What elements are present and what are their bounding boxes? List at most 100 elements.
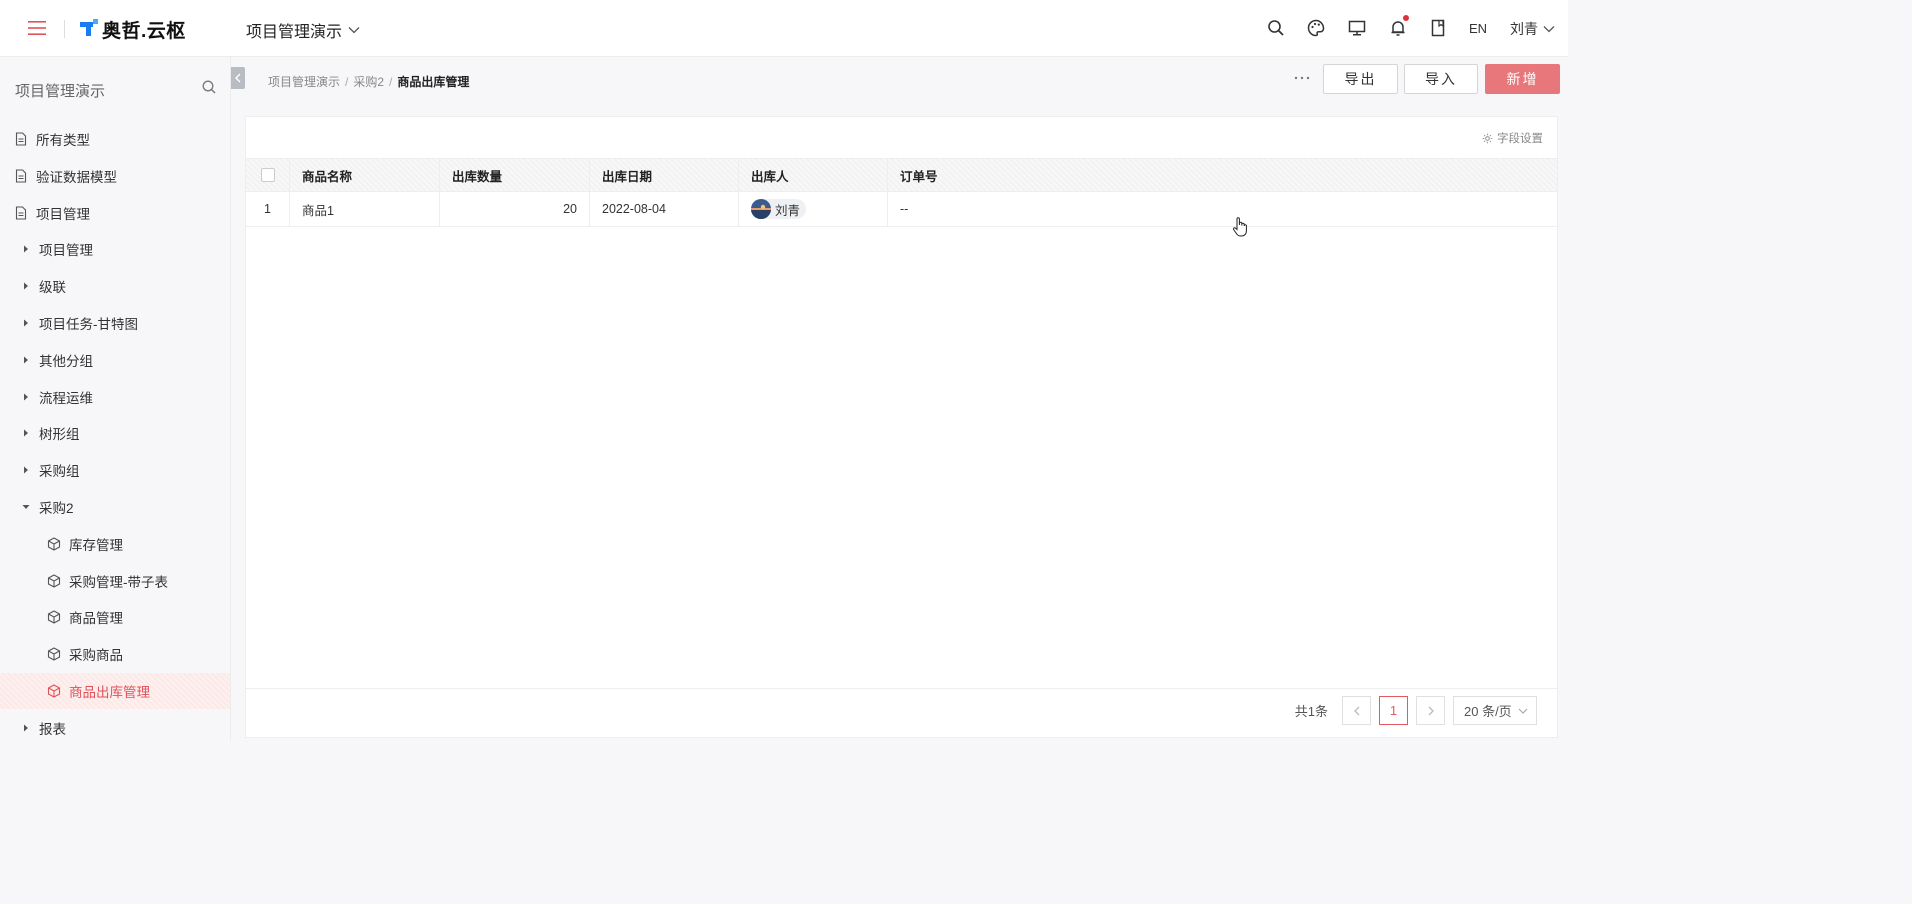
sidebar-item[interactable]: 流程运维 bbox=[0, 379, 230, 415]
sidebar-item[interactable]: 商品出库管理 bbox=[0, 673, 230, 709]
user-menu[interactable]: 刘青 bbox=[1510, 19, 1555, 39]
sidebar-item-label: 树形组 bbox=[39, 427, 80, 443]
column-header[interactable]: 出库数量 bbox=[440, 159, 590, 191]
logo[interactable]: 奥哲.云枢 bbox=[80, 16, 186, 42]
language-switch[interactable]: EN bbox=[1469, 21, 1487, 36]
sidebar-item[interactable]: 库存管理 bbox=[0, 526, 230, 562]
bookmark-icon[interactable] bbox=[1428, 18, 1448, 38]
cell-quantity: 20 bbox=[440, 192, 590, 226]
breadcrumb-item[interactable]: 采购2 bbox=[353, 73, 384, 90]
sidebar-collapse-button[interactable] bbox=[231, 67, 245, 89]
monitor-icon[interactable] bbox=[1347, 18, 1367, 38]
new-button[interactable]: 新增 bbox=[1485, 64, 1560, 94]
import-button[interactable]: 导入 bbox=[1404, 64, 1478, 94]
search-icon[interactable] bbox=[201, 79, 217, 95]
gear-icon bbox=[1482, 133, 1493, 144]
table-header: 商品名称 出库数量 出库日期 出库人 订单号 bbox=[246, 158, 1557, 192]
top-header: 奥哲.云枢 项目管理演示 EN 刘青 bbox=[0, 0, 1568, 57]
sidebar-item-label: 所有类型 bbox=[36, 133, 90, 148]
prev-page-button[interactable] bbox=[1342, 696, 1371, 725]
sidebar-item-label: 项目任务-甘特图 bbox=[39, 317, 138, 332]
sidebar-item[interactable]: 项目管理 bbox=[0, 195, 230, 231]
sidebar: 项目管理演示 所有类型 验证数据模型 项目管理 项目管理 级联 项目任务-甘特图 其他分组流… bbox=[0, 57, 231, 741]
sidebar-item[interactable]: 其他分组 bbox=[0, 342, 230, 378]
document-icon bbox=[14, 169, 28, 183]
sidebar-item-label: 项目管理 bbox=[36, 206, 90, 222]
notification-dot bbox=[1403, 15, 1409, 21]
breadcrumb-separator: / bbox=[389, 74, 393, 89]
sidebar-item[interactable]: 项目管理 bbox=[0, 231, 230, 267]
sidebar-item[interactable]: 采购2 bbox=[0, 489, 230, 525]
content-panel: 字段设置 商品名称 出库数量 出库日期 出库人 订单号 1 商品1 20 202… bbox=[245, 116, 1558, 738]
sidebar-item-label: 项目管理 bbox=[39, 243, 93, 259]
document-icon bbox=[14, 132, 28, 146]
cell-person: 刘青 bbox=[739, 192, 888, 226]
sidebar-item-label: 采购2 bbox=[39, 501, 74, 516]
document-icon bbox=[14, 206, 28, 220]
caret-right-icon bbox=[21, 355, 31, 365]
cube-icon bbox=[47, 573, 61, 588]
pager-divider bbox=[246, 688, 1557, 689]
app-switcher[interactable]: 项目管理演示 bbox=[246, 18, 360, 42]
caret-right-icon bbox=[21, 244, 31, 254]
cube-icon bbox=[47, 684, 61, 698]
sidebar-item-label: 采购商品 bbox=[69, 648, 123, 664]
sidebar-item[interactable]: 验证数据模型 bbox=[0, 158, 230, 194]
column-header[interactable]: 订单号 bbox=[888, 159, 1557, 191]
caret-right-icon bbox=[21, 318, 31, 328]
sidebar-item-label: 流程运维 bbox=[39, 390, 93, 406]
data-table: 商品名称 出库数量 出库日期 出库人 订单号 1 商品1 20 2022-08-… bbox=[246, 158, 1557, 227]
sidebar-item[interactable]: 项目任务-甘特图 bbox=[0, 305, 230, 341]
user-name: 刘青 bbox=[1510, 21, 1538, 37]
menu-icon[interactable] bbox=[27, 19, 47, 37]
pagination: 共1条 1 20 条/页 bbox=[1295, 696, 1537, 725]
cube-icon bbox=[47, 610, 61, 625]
sidebar-item[interactable]: 树形组 bbox=[0, 415, 230, 451]
cell-product-name[interactable]: 商品1 bbox=[290, 192, 440, 226]
page-size-select[interactable]: 20 条/页 bbox=[1453, 696, 1537, 725]
caret-right-icon bbox=[21, 281, 31, 291]
total-count: 共1条 bbox=[1294, 704, 1328, 719]
breadcrumb: 项目管理演示 / 采购2 / 商品出库管理 bbox=[268, 73, 469, 90]
row-index: 1 bbox=[246, 192, 290, 226]
sidebar-item[interactable]: 级联 bbox=[0, 268, 230, 304]
sidebar-item-label: 采购管理-带子表 bbox=[69, 574, 168, 590]
sidebar-item[interactable]: 采购组 bbox=[0, 452, 230, 488]
sidebar-item-label: 采购组 bbox=[39, 464, 80, 480]
table-row[interactable]: 1 商品1 20 2022-08-04 刘青 -- bbox=[246, 192, 1557, 227]
sidebar-item[interactable]: 所有类型 bbox=[0, 121, 230, 157]
chevron-down-icon bbox=[1543, 25, 1555, 33]
bell-icon[interactable] bbox=[1388, 18, 1408, 38]
palette-icon[interactable] bbox=[1306, 18, 1326, 38]
field-settings-label: 字段设置 bbox=[1497, 133, 1543, 145]
select-all-checkbox[interactable] bbox=[260, 168, 275, 182]
next-page-button[interactable] bbox=[1416, 696, 1445, 725]
app-name: 项目管理演示 bbox=[246, 24, 343, 41]
sidebar-item-label: 库存管理 bbox=[69, 537, 123, 553]
select-all-cell bbox=[246, 159, 290, 191]
user-chip-name: 刘青 bbox=[775, 203, 801, 218]
sidebar-item[interactable]: 采购管理-带子表 bbox=[0, 563, 230, 599]
caret-right-icon bbox=[21, 428, 31, 438]
caret-right-icon bbox=[21, 465, 31, 475]
sidebar-item[interactable]: 商品管理 bbox=[0, 599, 230, 635]
more-icon[interactable] bbox=[1293, 69, 1311, 87]
breadcrumb-current: 商品出库管理 bbox=[397, 75, 470, 89]
caret-down-icon bbox=[21, 502, 31, 512]
column-header[interactable]: 商品名称 bbox=[290, 159, 440, 191]
column-header[interactable]: 出库日期 bbox=[590, 159, 739, 191]
breadcrumb-item[interactable]: 项目管理演示 bbox=[268, 73, 340, 90]
export-button[interactable]: 导出 bbox=[1323, 64, 1398, 94]
cube-icon bbox=[47, 537, 61, 551]
page-number[interactable]: 1 bbox=[1379, 696, 1408, 725]
logo-divider bbox=[64, 20, 65, 38]
sidebar-title: 项目管理演示 bbox=[15, 83, 106, 100]
sidebar-item[interactable]: 采购商品 bbox=[0, 636, 230, 672]
search-icon[interactable] bbox=[1266, 18, 1286, 38]
logo-text: 奥哲.云枢 bbox=[102, 20, 186, 42]
column-header[interactable]: 出库人 bbox=[739, 159, 888, 191]
field-settings-button[interactable]: 字段设置 bbox=[1482, 130, 1543, 146]
sidebar-item[interactable]: 报表 bbox=[0, 710, 230, 741]
cell-date: 2022-08-04 bbox=[590, 192, 739, 226]
user-chip[interactable]: 刘青 bbox=[751, 199, 807, 219]
